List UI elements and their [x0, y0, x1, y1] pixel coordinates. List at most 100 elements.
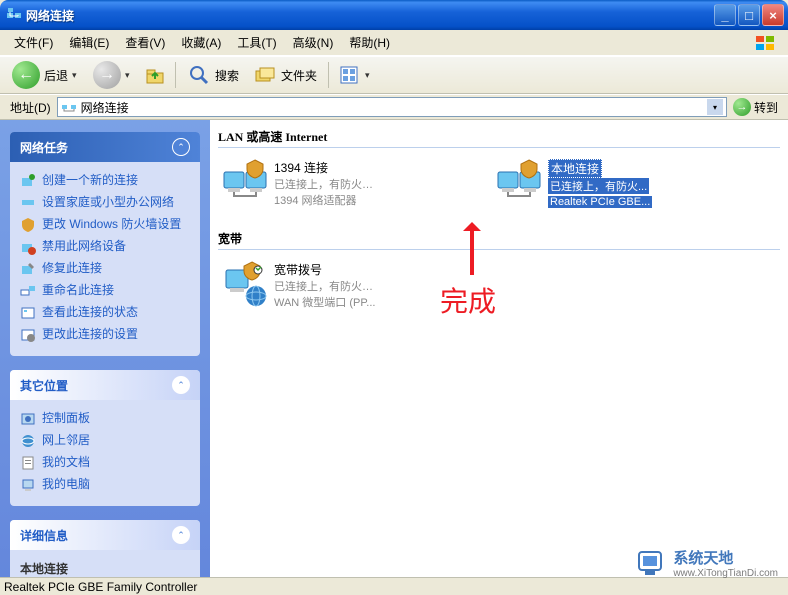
- details-connection-name: 本地连接: [20, 558, 190, 577]
- computer-icon: [20, 477, 36, 493]
- place-control-panel[interactable]: 控制面板: [20, 408, 190, 430]
- menu-file[interactable]: 文件(F): [6, 31, 61, 54]
- back-dropdown-icon[interactable]: ▾: [72, 70, 82, 81]
- network-tasks-body: 创建一个新的连接 设置家庭或小型办公网络 更改 Windows 防火墙设置 禁用…: [10, 162, 200, 356]
- watermark-text: 系统天地 www.XiTongTianDi.com: [673, 547, 778, 579]
- side-panel: 网络任务 ⌃ 创建一个新的连接 设置家庭或小型办公网络 更改 Windows 防…: [0, 120, 210, 577]
- connection-1394-status: 已连接上，有防火…: [274, 176, 373, 192]
- watermark-icon: [635, 548, 669, 578]
- other-places-body: 控制面板 网上邻居 我的文档 我的电脑: [10, 400, 200, 506]
- connection-broadband-name: 宽带拨号: [274, 261, 375, 278]
- search-button[interactable]: 搜索: [181, 60, 245, 90]
- go-icon: →: [733, 98, 751, 116]
- settings-icon: [20, 327, 36, 343]
- place-my-documents[interactable]: 我的文档: [20, 452, 190, 474]
- menu-advanced[interactable]: 高级(N): [285, 31, 342, 54]
- toolbar-separator: [175, 62, 176, 88]
- rename-icon: [20, 283, 36, 299]
- new-connection-icon: [20, 173, 36, 189]
- connection-local[interactable]: 本地连接 已连接上，有防火... Realtek PCIe GBE...: [492, 156, 742, 210]
- connection-1394[interactable]: 1394 连接 已连接上，有防火… 1394 网络适配器: [218, 156, 468, 210]
- network-tasks-header[interactable]: 网络任务 ⌃: [10, 132, 200, 162]
- task-change-settings[interactable]: 更改此连接的设置: [20, 324, 190, 346]
- app-icon: [6, 7, 22, 23]
- status-text: Realtek PCIe GBE Family Controller: [4, 580, 197, 594]
- connection-1394-name: 1394 连接: [274, 159, 373, 176]
- documents-icon: [20, 455, 36, 471]
- menu-tools[interactable]: 工具(T): [229, 31, 284, 54]
- menu-edit[interactable]: 编辑(E): [61, 31, 117, 54]
- connection-broadband-dial[interactable]: 宽带拨号 已连接上，有防火… WAN 微型端口 (PP...: [218, 258, 468, 312]
- forward-dropdown-icon[interactable]: ▾: [125, 70, 135, 81]
- details-body: 本地连接 LAN 或高速 Internet: [10, 550, 200, 577]
- annotation-arrow: [470, 225, 474, 275]
- close-button[interactable]: ×: [762, 4, 784, 26]
- other-places-title: 其它位置: [20, 377, 68, 394]
- search-label: 搜索: [215, 67, 239, 84]
- task-create-connection[interactable]: 创建一个新的连接: [20, 170, 190, 192]
- collapse-icon: ⌃: [172, 526, 190, 544]
- lan-items: 1394 连接 已连接上，有防火… 1394 网络适配器 本地连接 已连接上，有…: [218, 156, 780, 210]
- go-button[interactable]: → 转到: [727, 98, 784, 116]
- task-view-status[interactable]: 查看此连接的状态: [20, 302, 190, 324]
- other-places-header[interactable]: 其它位置 ⌃: [10, 370, 200, 400]
- connection-local-icon: [494, 158, 542, 206]
- folders-icon: [253, 63, 277, 87]
- place-network-neighborhood[interactable]: 网上邻居: [20, 430, 190, 452]
- task-disable-device[interactable]: 禁用此网络设备: [20, 236, 190, 258]
- menu-help[interactable]: 帮助(H): [341, 31, 398, 54]
- address-label: 地址(D): [4, 99, 57, 116]
- minimize-button[interactable]: _: [714, 4, 736, 26]
- listing-area: LAN 或高速 Internet 1394 连接 已连接上，有防火… 1394 …: [210, 120, 788, 577]
- views-dropdown-icon[interactable]: ▾: [365, 70, 375, 81]
- folders-button[interactable]: 文件夹: [247, 60, 323, 90]
- toolbar: ← 后退 ▾ → ▾ 搜索 文件夹 ▾: [0, 56, 788, 94]
- menu-view[interactable]: 查看(V): [117, 31, 173, 54]
- views-icon: [337, 63, 361, 87]
- window-controls: _ □ ×: [714, 4, 784, 26]
- status-icon: [20, 305, 36, 321]
- up-button[interactable]: [140, 60, 170, 90]
- menu-bar: 文件(F) 编辑(E) 查看(V) 收藏(A) 工具(T) 高级(N) 帮助(H…: [0, 30, 788, 56]
- network-places-icon: [20, 433, 36, 449]
- place-my-computer[interactable]: 我的电脑: [20, 474, 190, 496]
- network-tasks-panel: 网络任务 ⌃ 创建一个新的连接 设置家庭或小型办公网络 更改 Windows 防…: [10, 132, 200, 356]
- connection-1394-icon: [220, 158, 268, 206]
- task-rename[interactable]: 重命名此连接: [20, 280, 190, 302]
- maximize-button[interactable]: □: [738, 4, 760, 26]
- views-button[interactable]: ▾: [334, 60, 378, 90]
- details-title: 详细信息: [20, 527, 68, 544]
- folders-label: 文件夹: [281, 67, 317, 84]
- repair-icon: [20, 261, 36, 277]
- other-places-panel: 其它位置 ⌃ 控制面板 网上邻居 我的文档 我的电脑: [10, 370, 200, 506]
- control-panel-icon: [20, 411, 36, 427]
- connection-broadband-icon: [220, 260, 268, 308]
- watermark-url: www.XiTongTianDi.com: [673, 568, 778, 579]
- address-icon: [61, 99, 77, 115]
- connection-local-status: 已连接上，有防火...: [548, 178, 649, 194]
- connection-broadband-device: WAN 微型端口 (PP...: [274, 294, 375, 310]
- address-dropdown-icon[interactable]: ▾: [707, 99, 723, 115]
- connection-broadband-status: 已连接上，有防火…: [274, 278, 375, 294]
- annotation-text: 完成: [440, 280, 496, 320]
- network-tasks-title: 网络任务: [20, 139, 68, 156]
- connection-1394-device: 1394 网络适配器: [274, 192, 373, 208]
- firewall-icon: [20, 217, 36, 233]
- menu-favorites[interactable]: 收藏(A): [173, 31, 229, 54]
- forward-button[interactable]: → ▾: [90, 58, 138, 92]
- forward-icon: →: [93, 61, 121, 89]
- watermark-title: 系统天地: [673, 547, 778, 568]
- address-field[interactable]: 网络连接 ▾: [57, 97, 727, 117]
- back-button[interactable]: ← 后退 ▾: [6, 58, 88, 92]
- task-firewall[interactable]: 更改 Windows 防火墙设置: [20, 214, 190, 236]
- disable-icon: [20, 239, 36, 255]
- task-repair[interactable]: 修复此连接: [20, 258, 190, 280]
- details-header[interactable]: 详细信息 ⌃: [10, 520, 200, 550]
- content-area: 网络任务 ⌃ 创建一个新的连接 设置家庭或小型办公网络 更改 Windows 防…: [0, 120, 788, 577]
- collapse-icon: ⌃: [172, 376, 190, 394]
- go-label: 转到: [754, 99, 778, 116]
- task-setup-network[interactable]: 设置家庭或小型办公网络: [20, 192, 190, 214]
- address-value: 网络连接: [81, 99, 129, 116]
- address-bar: 地址(D) 网络连接 ▾ → 转到: [0, 94, 788, 120]
- windows-flag-icon: [754, 34, 776, 52]
